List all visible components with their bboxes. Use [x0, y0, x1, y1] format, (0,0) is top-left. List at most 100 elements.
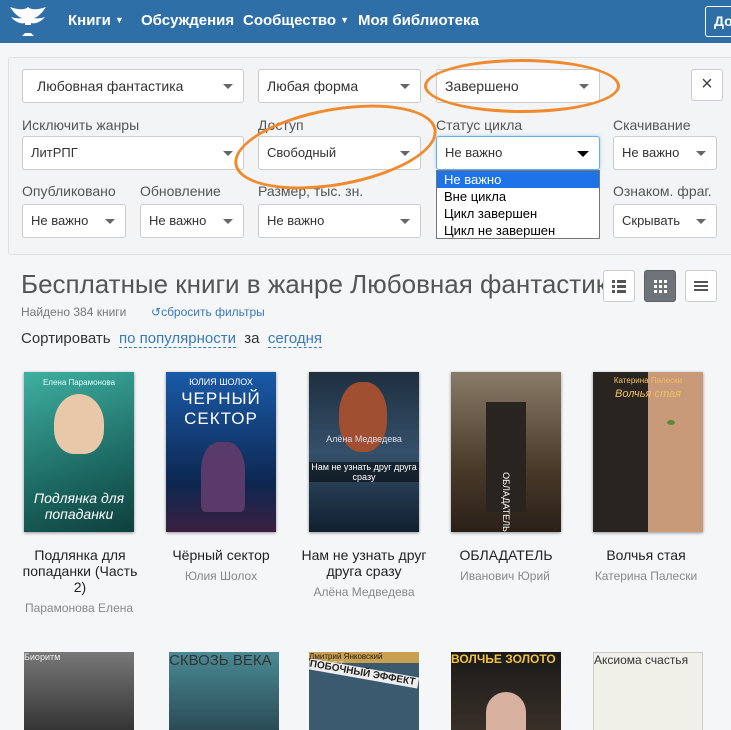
status-select[interactable]: Завершено: [436, 69, 600, 103]
page-title: Бесплатные книги в жанре Любовная фантас…: [21, 269, 623, 299]
book-cover[interactable]: ОБЛАДАТЕЛЬ: [451, 372, 561, 532]
book-title[interactable]: Подлянка для попаданки (Часть 2): [15, 547, 145, 595]
sort-row: Сортировать по популярности за сегодня: [21, 330, 323, 348]
book-cover-title: Аксиома счастья: [594, 653, 689, 667]
nav-books-label: Книги: [68, 12, 111, 29]
size-select-value: Не важно: [267, 213, 325, 228]
cycle-status-dropdown: Не важно Вне цикла Цикл завершен Цикл не…: [436, 170, 600, 239]
updated-select[interactable]: Не важно: [140, 204, 244, 238]
dropdown-arrow-icon: [400, 219, 410, 224]
book-cover[interactable]: Елена Парамонова Подлянка для попаданки: [24, 372, 134, 532]
form-select[interactable]: Любая форма: [258, 69, 421, 103]
eagle-logo-icon[interactable]: [8, 3, 48, 39]
book-author[interactable]: Иванович Юрий: [435, 569, 575, 583]
top-navbar: Книги ▼ Обсуждения Сообщество ▼ Моя библио…: [0, 0, 731, 43]
book-cover-title: Подлянка для попаданки: [33, 490, 125, 522]
size-select[interactable]: Не важно: [258, 204, 421, 238]
cycle-status-label: Статус цикла: [436, 117, 523, 133]
dropdown-arrow-icon: [105, 219, 115, 224]
book-cover[interactable]: Биоритм: [24, 652, 134, 730]
book-cover-author: Катерина Палески: [613, 376, 683, 385]
book-author[interactable]: Алёна Медведева: [294, 585, 434, 599]
cycle-option-no-cycle[interactable]: Вне цикла: [437, 188, 599, 205]
book-title[interactable]: ОБЛАДАТЕЛЬ: [441, 547, 571, 563]
cycle-option-not-completed[interactable]: Цикл не завершен: [437, 222, 599, 239]
book-cover-figure: [54, 394, 104, 454]
dropdown-arrow-icon: [223, 219, 233, 224]
book-cover[interactable]: ВОЛЧЬЕ ЗОЛОТО: [451, 652, 561, 730]
book-cover-title: СКВОЗЬ ВЕКА: [169, 652, 272, 669]
dropdown-arrow-icon: [223, 151, 233, 156]
cycle-status-value: Не важно: [445, 145, 503, 160]
view-list-button[interactable]: [603, 270, 635, 302]
updated-label: Обновление: [140, 183, 221, 199]
reset-icon: ↺: [151, 305, 162, 319]
book-author[interactable]: Катерина Палески: [576, 569, 716, 583]
found-count: Найдено 384 книги: [21, 305, 127, 319]
book-cover-figure: [486, 692, 526, 730]
nav-add-button[interactable]: До: [705, 6, 731, 37]
dropdown-arrow-icon: [696, 219, 706, 224]
book-cover-author: Алёна Медведева: [326, 434, 402, 444]
book-cover[interactable]: ЮЛИЯ ШОЛОХ ЧЕРНЫЙ СЕКТОР: [166, 372, 276, 532]
nav-discussions[interactable]: Обсуждения: [141, 12, 234, 29]
preview-select-value: Скрывать: [622, 213, 681, 228]
book-cover-title: Биоритм: [24, 652, 61, 662]
genre-select-value: Любовная фантастика: [37, 78, 184, 94]
book-title[interactable]: Чёрный сектор: [156, 547, 286, 563]
book-cover-author: ЮЛИЯ ШОЛОХ: [189, 377, 253, 387]
book-cover-author: Елена Парамонова: [42, 378, 116, 387]
book-cover-title: ВОЛЧЬЕ ЗОЛОТО: [451, 652, 556, 666]
book-cover-title: Волчья стая: [615, 388, 681, 400]
view-grid-button[interactable]: [644, 270, 676, 302]
cycle-status-select[interactable]: Не важно: [436, 136, 600, 170]
nav-books[interactable]: Книги ▼: [68, 12, 124, 29]
exclude-genres-select[interactable]: ЛитРПГ: [22, 136, 244, 170]
published-select[interactable]: Не важно: [22, 204, 126, 238]
preview-label: Ознаком. фраг.: [613, 183, 712, 199]
book-title[interactable]: Волчья стая: [581, 547, 711, 563]
access-select[interactable]: Свободный: [258, 136, 421, 170]
sort-label: Сортировать: [21, 330, 111, 347]
book-cover-eye: [667, 420, 675, 425]
cycle-option-completed[interactable]: Цикл завершен: [437, 205, 599, 222]
download-select-value: Не важно: [622, 145, 680, 160]
download-label: Скачивание: [613, 117, 691, 133]
book-cover[interactable]: Дмитрий Янковский R.E.L.I.C.T. ПОБОЧНЫЙ …: [309, 652, 419, 730]
updated-select-value: Не важно: [149, 213, 207, 228]
nav-community[interactable]: Сообщество ▼: [243, 12, 349, 29]
book-cover-title: Нам не узнать друг друга сразу: [309, 462, 419, 482]
book-cover[interactable]: Аксиома счастья: [593, 652, 703, 730]
caret-down-icon: ▼: [114, 15, 124, 25]
dropdown-arrow-icon: [223, 84, 233, 89]
book-author[interactable]: Парамонова Елена: [9, 601, 149, 615]
download-select[interactable]: Не важно: [613, 136, 717, 170]
reset-filters-link[interactable]: ↺сбросить фильтры: [151, 305, 265, 319]
access-label: Доступ: [258, 117, 304, 133]
exclude-genres-value: ЛитРПГ: [31, 145, 78, 160]
list-view-icon: [612, 280, 626, 293]
nav-my-library[interactable]: Моя библиотека: [358, 12, 479, 29]
book-title[interactable]: Нам не узнать друг друга сразу: [299, 547, 429, 579]
view-compact-button[interactable]: [685, 270, 717, 302]
sort-by-dropdown[interactable]: по популярности: [118, 330, 236, 348]
form-select-value: Любая форма: [267, 78, 359, 94]
caret-down-icon: ▼: [340, 15, 350, 25]
sort-period-dropdown[interactable]: сегодня: [267, 330, 323, 348]
cycle-option-any[interactable]: Не важно: [437, 171, 599, 188]
dropdown-arrow-icon: [400, 84, 410, 89]
book-cover-author: Дмитрий Янковский: [309, 652, 383, 661]
book-cover-title: ЧЕРНЫЙ СЕКТОР: [181, 389, 261, 428]
close-filters-button[interactable]: ×: [691, 69, 723, 101]
genre-select[interactable]: Любовная фантастика: [22, 69, 244, 103]
preview-select[interactable]: Скрывать: [613, 204, 717, 238]
published-select-value: Не важно: [31, 213, 89, 228]
book-cover[interactable]: Катерина Палески Волчья стая: [593, 372, 703, 532]
access-select-value: Свободный: [267, 145, 337, 160]
book-cover[interactable]: СКВОЗЬ ВЕКА: [169, 652, 279, 730]
exclude-genres-label: Исключить жанры: [22, 117, 140, 133]
reset-filters-label: сбросить фильтры: [161, 305, 265, 319]
book-cover[interactable]: Алёна Медведева Нам не узнать друг друга…: [309, 372, 419, 532]
dropdown-arrow-icon: [696, 151, 706, 156]
book-author[interactable]: Юлия Шолох: [151, 569, 291, 583]
